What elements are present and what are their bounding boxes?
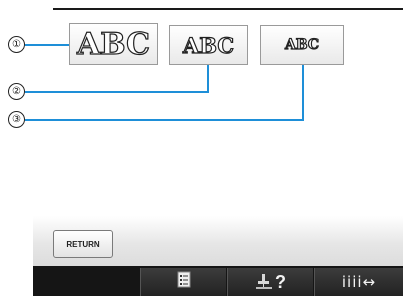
callout-2-line — [25, 91, 209, 93]
memo-list-button[interactable] — [140, 268, 226, 296]
callout-1-line — [25, 44, 69, 46]
callout-3: ③ — [8, 111, 25, 128]
callout-1: ① — [8, 36, 25, 53]
callout-2: ② — [8, 83, 25, 100]
callout-3-line — [25, 119, 304, 121]
top-divider-line — [53, 8, 403, 10]
character-spacing-button[interactable]: iiii↔ — [314, 268, 403, 296]
help-label: ? — [275, 271, 286, 292]
machine-help-button[interactable]: ? — [227, 268, 313, 296]
callout-3-leader — [302, 65, 304, 121]
memo-list-icon — [177, 271, 191, 293]
return-button[interactable]: RETURN — [53, 230, 113, 258]
sewing-machine-help-icon — [255, 273, 273, 291]
size-small-button[interactable]: ABC — [260, 25, 344, 65]
size-medium-button[interactable]: ABC — [169, 25, 248, 65]
size-large-button[interactable]: ABC — [69, 23, 158, 65]
character-spacing-icon: iiii↔ — [341, 273, 377, 291]
callout-2-leader — [207, 65, 209, 93]
